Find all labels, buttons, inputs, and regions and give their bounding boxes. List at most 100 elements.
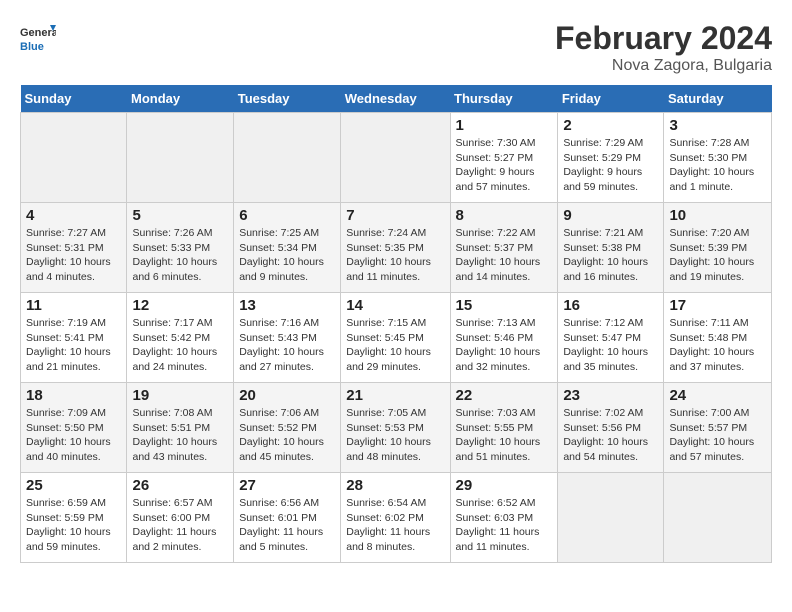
calendar-day-cell bbox=[664, 473, 772, 563]
calendar-day-cell: 11 Sunrise: 7:19 AM Sunset: 5:41 PM Dayli… bbox=[21, 293, 127, 383]
calendar-day-cell: 5 Sunrise: 7:26 AM Sunset: 5:33 PM Daylig… bbox=[127, 203, 234, 293]
day-number: 9 bbox=[563, 207, 658, 224]
day-info: Sunrise: 7:15 AM Sunset: 5:45 PM Dayligh… bbox=[346, 316, 444, 375]
day-info: Sunrise: 7:08 AM Sunset: 5:51 PM Dayligh… bbox=[132, 406, 228, 465]
calendar-week-row: 18 Sunrise: 7:09 AM Sunset: 5:50 PM Dayli… bbox=[21, 383, 772, 473]
logo-svg: General Blue bbox=[20, 20, 56, 56]
day-info: Sunrise: 7:16 AM Sunset: 5:43 PM Dayligh… bbox=[239, 316, 335, 375]
day-info: Sunrise: 7:17 AM Sunset: 5:42 PM Dayligh… bbox=[132, 316, 228, 375]
day-number: 14 bbox=[346, 297, 444, 314]
day-number: 27 bbox=[239, 477, 335, 494]
day-number: 17 bbox=[669, 297, 766, 314]
calendar-day-cell: 28 Sunrise: 6:54 AM Sunset: 6:02 PM Dayli… bbox=[341, 473, 450, 563]
day-info: Sunrise: 7:06 AM Sunset: 5:52 PM Dayligh… bbox=[239, 406, 335, 465]
day-info: Sunrise: 7:24 AM Sunset: 5:35 PM Dayligh… bbox=[346, 226, 444, 285]
day-number: 3 bbox=[669, 117, 766, 134]
svg-text:Blue: Blue bbox=[20, 41, 44, 53]
calendar-day-cell: 25 Sunrise: 6:59 AM Sunset: 5:59 PM Dayli… bbox=[21, 473, 127, 563]
calendar-day-cell: 15Sunrise: 7:13 AM Sunset: 5:46 PM Dayli… bbox=[450, 293, 558, 383]
weekday-header: Saturday bbox=[664, 85, 772, 113]
calendar-day-cell: 4 Sunrise: 7:27 AM Sunset: 5:31 PM Daylig… bbox=[21, 203, 127, 293]
day-info: Sunrise: 7:00 AM Sunset: 5:57 PM Dayligh… bbox=[669, 406, 766, 465]
calendar-subtitle: Nova Zagora, Bulgaria bbox=[555, 57, 772, 75]
day-number: 20 bbox=[239, 387, 335, 404]
day-info: Sunrise: 7:20 AM Sunset: 5:39 PM Dayligh… bbox=[669, 226, 766, 285]
calendar-day-cell: 9 Sunrise: 7:21 AM Sunset: 5:38 PM Daylig… bbox=[558, 203, 664, 293]
calendar-day-cell: 3 Sunrise: 7:28 AM Sunset: 5:30 PM Daylig… bbox=[664, 113, 772, 203]
day-info: Sunrise: 6:56 AM Sunset: 6:01 PM Dayligh… bbox=[239, 496, 335, 555]
day-info: Sunrise: 7:21 AM Sunset: 5:38 PM Dayligh… bbox=[563, 226, 658, 285]
day-info: Sunrise: 7:19 AM Sunset: 5:41 PM Dayligh… bbox=[26, 316, 121, 375]
day-number: 29 bbox=[456, 477, 553, 494]
day-info: Sunrise: 7:12 AM Sunset: 5:47 PM Dayligh… bbox=[563, 316, 658, 375]
calendar-day-cell: 17 Sunrise: 7:11 AM Sunset: 5:48 PM Dayli… bbox=[664, 293, 772, 383]
calendar-day-cell: 19 Sunrise: 7:08 AM Sunset: 5:51 PM Dayli… bbox=[127, 383, 234, 473]
calendar-day-cell bbox=[558, 473, 664, 563]
day-number: 4 bbox=[26, 207, 121, 224]
calendar-day-cell: 13 Sunrise: 7:16 AM Sunset: 5:43 PM Dayli… bbox=[234, 293, 341, 383]
day-info: Sunrise: 7:25 AM Sunset: 5:34 PM Dayligh… bbox=[239, 226, 335, 285]
weekday-header: Friday bbox=[558, 85, 664, 113]
calendar-day-cell bbox=[341, 113, 450, 203]
day-info: Sunrise: 7:29 AM Sunset: 5:29 PM Dayligh… bbox=[563, 136, 658, 195]
weekday-header: Sunday bbox=[21, 85, 127, 113]
day-number: 12 bbox=[132, 297, 228, 314]
day-info: Sunrise: 7:09 AM Sunset: 5:50 PM Dayligh… bbox=[26, 406, 121, 465]
day-info: Sunrise: 7:11 AM Sunset: 5:48 PM Dayligh… bbox=[669, 316, 766, 375]
calendar-week-row: 25 Sunrise: 6:59 AM Sunset: 5:59 PM Dayli… bbox=[21, 473, 772, 563]
day-number: 18 bbox=[26, 387, 121, 404]
calendar-day-cell: 1 Sunrise: 7:30 AM Sunset: 5:27 PM Daylig… bbox=[450, 113, 558, 203]
day-info: Sunrise: 6:59 AM Sunset: 5:59 PM Dayligh… bbox=[26, 496, 121, 555]
day-number: 26 bbox=[132, 477, 228, 494]
calendar-day-cell: 12 Sunrise: 7:17 AM Sunset: 5:42 PM Dayli… bbox=[127, 293, 234, 383]
day-info: Sunrise: 7:03 AM Sunset: 5:55 PM Dayligh… bbox=[456, 406, 553, 465]
calendar-day-cell: 18 Sunrise: 7:09 AM Sunset: 5:50 PM Dayli… bbox=[21, 383, 127, 473]
day-number: 25 bbox=[26, 477, 121, 494]
day-number: 22 bbox=[456, 387, 553, 404]
day-info: Sunrise: 6:54 AM Sunset: 6:02 PM Dayligh… bbox=[346, 496, 444, 555]
calendar-day-cell: 22 Sunrise: 7:03 AM Sunset: 5:55 PM Dayli… bbox=[450, 383, 558, 473]
weekday-header-row: SundayMondayTuesdayWednesdayThursdayFrid… bbox=[21, 85, 772, 113]
calendar-day-cell: 27 Sunrise: 6:56 AM Sunset: 6:01 PM Dayli… bbox=[234, 473, 341, 563]
page-header: General Blue February 2024 Nova Zagora, … bbox=[20, 20, 772, 75]
day-info: Sunrise: 6:52 AM Sunset: 6:03 PM Dayligh… bbox=[456, 496, 553, 555]
calendar-day-cell: 29 Sunrise: 6:52 AM Sunset: 6:03 PM Dayli… bbox=[450, 473, 558, 563]
logo: General Blue bbox=[20, 20, 56, 56]
calendar-day-cell: 2 Sunrise: 7:29 AM Sunset: 5:29 PM Daylig… bbox=[558, 113, 664, 203]
day-number: 13 bbox=[239, 297, 335, 314]
calendar-day-cell: 26Sunrise: 6:57 AM Sunset: 6:00 PM Dayli… bbox=[127, 473, 234, 563]
calendar-week-row: 4 Sunrise: 7:27 AM Sunset: 5:31 PM Daylig… bbox=[21, 203, 772, 293]
weekday-header: Thursday bbox=[450, 85, 558, 113]
calendar-day-cell bbox=[127, 113, 234, 203]
day-number: 19 bbox=[132, 387, 228, 404]
calendar-day-cell: 24 Sunrise: 7:00 AM Sunset: 5:57 PM Dayli… bbox=[664, 383, 772, 473]
day-number: 7 bbox=[346, 207, 444, 224]
calendar-week-row: 1 Sunrise: 7:30 AM Sunset: 5:27 PM Daylig… bbox=[21, 113, 772, 203]
calendar-day-cell: 16 Sunrise: 7:12 AM Sunset: 5:47 PM Dayli… bbox=[558, 293, 664, 383]
day-number: 23 bbox=[563, 387, 658, 404]
day-number: 5 bbox=[132, 207, 228, 224]
day-info: Sunrise: 7:02 AM Sunset: 5:56 PM Dayligh… bbox=[563, 406, 658, 465]
day-number: 21 bbox=[346, 387, 444, 404]
day-info: Sunrise: 7:30 AM Sunset: 5:27 PM Dayligh… bbox=[456, 136, 553, 195]
day-number: 10 bbox=[669, 207, 766, 224]
day-info: Sunrise: 7:27 AM Sunset: 5:31 PM Dayligh… bbox=[26, 226, 121, 285]
calendar-day-cell bbox=[21, 113, 127, 203]
day-number: 11 bbox=[26, 297, 121, 314]
weekday-header: Wednesday bbox=[341, 85, 450, 113]
day-number: 8 bbox=[456, 207, 553, 224]
calendar-day-cell: 8 Sunrise: 7:22 AM Sunset: 5:37 PM Daylig… bbox=[450, 203, 558, 293]
calendar-day-cell: 23 Sunrise: 7:02 AM Sunset: 5:56 PM Dayli… bbox=[558, 383, 664, 473]
day-number: 2 bbox=[563, 117, 658, 134]
calendar-day-cell bbox=[234, 113, 341, 203]
day-info: Sunrise: 7:26 AM Sunset: 5:33 PM Dayligh… bbox=[132, 226, 228, 285]
day-info: Sunrise: 7:13 AM Sunset: 5:46 PM Dayligh… bbox=[456, 316, 553, 375]
day-number: 28 bbox=[346, 477, 444, 494]
day-info: Sunrise: 7:22 AM Sunset: 5:37 PM Dayligh… bbox=[456, 226, 553, 285]
day-number: 1 bbox=[456, 117, 553, 134]
calendar-day-cell: 21Sunrise: 7:05 AM Sunset: 5:53 PM Dayli… bbox=[341, 383, 450, 473]
day-number: 16 bbox=[563, 297, 658, 314]
day-info: Sunrise: 7:28 AM Sunset: 5:30 PM Dayligh… bbox=[669, 136, 766, 195]
day-number: 24 bbox=[669, 387, 766, 404]
calendar-week-row: 11 Sunrise: 7:19 AM Sunset: 5:41 PM Dayli… bbox=[21, 293, 772, 383]
